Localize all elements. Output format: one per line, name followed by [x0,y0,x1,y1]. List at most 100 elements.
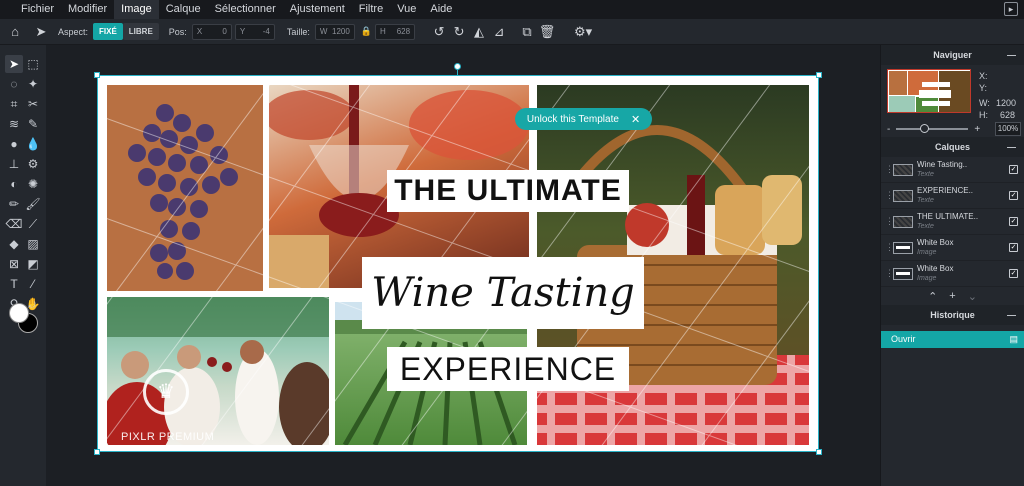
drag-handle-icon[interactable]: ⋮ [885,164,894,175]
clone-tool-icon[interactable]: ⊥ [5,155,23,173]
layer-name: EXPERIENCE.. [917,185,974,195]
collapse-icon[interactable]: — [1007,45,1016,65]
layer-row[interactable]: ⋮ White Box Image ✓ [881,235,1024,261]
unlock-template-label: Unlock this Template [526,113,619,125]
title-line-wine-tasting[interactable]: Wine Tasting [362,257,644,329]
drag-handle-icon[interactable]: ⋮ [885,216,894,227]
pos-y-field[interactable]: Y -4 [234,23,275,40]
home-icon[interactable]: ⌂ [2,24,28,39]
lock-ratio-icon[interactable]: 🔒 [361,26,372,37]
flip-vertical-icon[interactable]: ⊿ [489,24,509,40]
flip-horizontal-icon[interactable]: ◭ [469,24,489,40]
lasso-tool-icon[interactable]: ◌ [5,75,23,93]
menu-vue[interactable]: Vue [390,0,423,19]
drag-handle-icon[interactable]: ⋮ [885,190,894,201]
layer-row[interactable]: ⋮ Wine Tasting.. Texte ✓ [881,157,1024,183]
zoom-value-field[interactable]: 100% [995,122,1021,136]
layer-visibility-checkbox[interactable]: ✓ [1009,165,1018,174]
title-line-experience[interactable]: EXPERIENCE [387,347,629,391]
zoom-slider-knob[interactable] [920,124,930,133]
settings-gear-icon[interactable]: ⚙▾ [571,24,595,40]
drag-handle-icon[interactable]: ⋮ [885,242,894,253]
resize-handle-top-left[interactable] [94,72,100,78]
menu-fichier[interactable]: Fichier [14,0,61,19]
burn-tool-icon[interactable]: ✺ [24,175,42,193]
shape-tool-icon[interactable]: ◩ [24,255,42,273]
menu-modifier[interactable]: Modifier [61,0,114,19]
title-line-ultimate[interactable]: THE ULTIMATE [387,170,629,212]
wand-tool-icon[interactable]: ✦ [24,75,42,93]
zoom-slider[interactable] [896,124,969,133]
menu-selectionner[interactable]: Sélectionner [208,0,283,19]
foreground-color-swatch[interactable] [9,303,29,323]
sponge-tool-icon[interactable]: ⚙ [24,155,42,173]
drop-tool-icon[interactable]: 💧 [24,135,42,153]
pos-x-field[interactable]: X0 [191,23,232,40]
layer-row[interactable]: ⋮ White Box Image ✓ [881,261,1024,287]
width-field[interactable]: W 1200 [314,23,355,40]
menu-image[interactable]: Image [114,0,159,19]
rotate-left-icon[interactable]: ↺ [429,24,449,40]
pencil-tool-icon[interactable]: ✏ [5,195,23,213]
add-layer-icon[interactable]: + [949,290,955,302]
blur-tool-icon[interactable]: ● [5,135,23,153]
aspect-free-button[interactable]: LIBRE [122,23,159,40]
nav-w-value: 1200 [996,98,1017,108]
heal-tool-icon[interactable]: ✎ [24,115,42,133]
chevron-down-icon[interactable]: ⌄ [968,290,977,303]
arrange-tool-icon[interactable]: ➤ [5,55,23,73]
cut-tool-icon[interactable]: ✂ [24,95,42,113]
layers-list: ⋮ Wine Tasting.. Texte ✓ ⋮ EXPERIENCE.. Te… [881,157,1024,287]
chevron-up-icon[interactable]: ⌃ [928,290,937,303]
menu-ajustement[interactable]: Ajustement [283,0,352,19]
zoom-out-button[interactable]: - [887,124,890,135]
layer-row[interactable]: ⋮ THE ULTIMATE.. Texte ✓ [881,209,1024,235]
marquee-tool-icon[interactable]: ⬚ [24,55,42,73]
layers-title: Calques [934,142,970,152]
image-placeholder-icon[interactable]: ⊠ [5,255,23,273]
crop-tool-icon[interactable]: ⌗ [5,95,23,113]
height-field[interactable]: H 628 [375,23,416,40]
menu-calque[interactable]: Calque [159,0,208,19]
layer-row[interactable]: ⋮ EXPERIENCE.. Texte ✓ [881,183,1024,209]
collapse-icon[interactable]: — [1007,305,1016,325]
panel-toggle-icon[interactable]: ▸ [1004,2,1018,16]
delete-icon[interactable]: 🗑 [537,24,557,40]
layer-visibility-checkbox[interactable]: ✓ [1009,217,1018,226]
resize-handle-top-right[interactable] [816,72,822,78]
navigator-thumbnail[interactable] [887,69,971,113]
fill-tool-icon[interactable]: ◆ [5,235,23,253]
gradient-tool-icon[interactable]: ▨ [24,235,42,253]
document-canvas[interactable]: THE ULTIMATE Wine Tasting EXPERIENCE ♛ P… [97,75,819,452]
layer-visibility-checkbox[interactable]: ✓ [1009,191,1018,200]
layer-visibility-checkbox[interactable]: ✓ [1009,269,1018,278]
drag-handle-icon[interactable]: ⋮ [885,268,894,279]
resize-handle-bottom-left[interactable] [94,449,100,455]
menu-filtre[interactable]: Filtre [352,0,390,19]
smudge-tool-icon[interactable]: ⟋ [24,215,42,233]
layer-visibility-checkbox[interactable]: ✓ [1009,243,1018,252]
collapse-icon[interactable]: — [1007,137,1016,157]
layer-type: Image [917,274,937,282]
zoom-in-button[interactable]: + [974,124,980,135]
history-item[interactable]: Ouvrir ▤ [881,331,1024,348]
tools-panel: ➤ ⬚ ◌ ✦ ⌗ ✂ ≋ ✎ ● 💧 ⊥ ⚙ ◐ ✺ ✏ 🖌 ⌫ ⟋ ◆ ▨ … [0,45,46,486]
close-icon[interactable]: ✕ [631,113,640,126]
eyedropper-tool-icon[interactable]: ⁄ [24,275,42,293]
menu-aide[interactable]: Aide [423,0,459,19]
canvas-workspace[interactable]: THE ULTIMATE Wine Tasting EXPERIENCE ♛ P… [46,45,880,486]
dodge-tool-icon[interactable]: ◐ [5,175,23,193]
resize-handle-bottom-right[interactable] [816,449,822,455]
pos-label: Pos: [168,26,187,37]
rotate-right-icon[interactable]: ↻ [449,24,469,40]
right-panel: Naviguer — X: Y: W: 1200 H: 628 - + 100%… [880,45,1024,486]
duplicate-icon[interactable]: ⧉ [517,24,537,40]
liquify-tool-icon[interactable]: ≋ [5,115,23,133]
aspect-fixed-button[interactable]: FIXÉ [93,23,123,40]
layer-name: Wine Tasting.. [917,159,968,169]
text-tool-icon[interactable]: T [5,275,23,293]
unlock-template-button[interactable]: Unlock this Template ✕ [515,108,652,130]
rotate-handle[interactable] [454,63,461,70]
eraser-tool-icon[interactable]: ⌫ [5,215,23,233]
brush-tool-icon[interactable]: 🖌 [24,195,42,213]
